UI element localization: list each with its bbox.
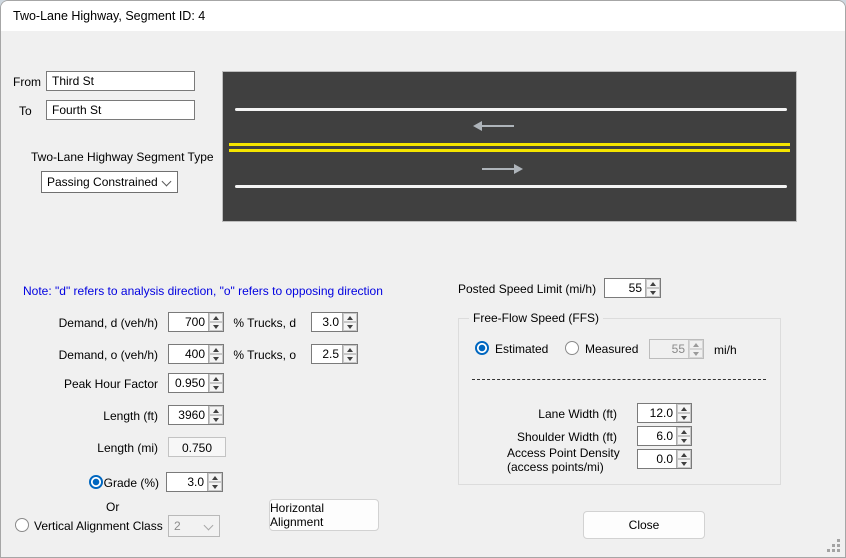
demand-d-label: Demand, d (veh/h): [58, 316, 158, 330]
to-input[interactable]: Fourth St: [46, 100, 195, 120]
spin-buttons-icon[interactable]: [342, 345, 357, 363]
spin-buttons-icon: [688, 340, 703, 358]
length-mi-label: Length (mi): [97, 441, 158, 455]
length-mi-readout: 0.750: [168, 437, 226, 457]
ffs-measured-label: Measured: [585, 342, 639, 356]
spin-buttons-icon[interactable]: [208, 406, 223, 424]
road-center-line-2: [229, 149, 790, 152]
spin-buttons-icon[interactable]: [645, 279, 660, 297]
access-density-spinner[interactable]: 0.0: [637, 449, 692, 469]
vertical-alignment-radio[interactable]: [15, 518, 29, 532]
demand-o-label: Demand, o (veh/h): [58, 348, 158, 362]
spin-buttons-icon[interactable]: [676, 450, 691, 468]
trucks-d-label: % Trucks, d: [233, 316, 296, 330]
resize-grip-icon[interactable]: [827, 539, 840, 552]
analysis-direction-arrow-icon: [482, 164, 523, 174]
access-density-label-line2: (access points/mi): [507, 460, 604, 474]
length-ft-label: Length (ft): [103, 409, 158, 423]
ffs-unit-label: mi/h: [714, 343, 737, 357]
chevron-down-icon: [203, 520, 214, 531]
from-label: From: [13, 75, 41, 89]
road-edge-line-bottom: [235, 185, 787, 188]
trucks-o-label: % Trucks, o: [233, 348, 296, 362]
posted-speed-spinner[interactable]: 55: [604, 278, 661, 298]
lane-width-label: Lane Width (ft): [538, 407, 617, 421]
or-label: Or: [106, 500, 120, 514]
segment-type-dropdown[interactable]: Passing Constrained: [41, 171, 178, 193]
ffs-group-title: Free-Flow Speed (FFS): [469, 311, 604, 325]
road-edge-line-top: [235, 108, 787, 111]
road-center-line-1: [229, 143, 790, 146]
ffs-groupbox: Free-Flow Speed (FFS) Estimated Measured…: [458, 311, 781, 485]
spin-buttons-icon[interactable]: [676, 404, 691, 422]
peak-hour-factor-label: Peak Hour Factor: [63, 377, 158, 391]
spin-buttons-icon[interactable]: [208, 374, 223, 392]
segment-type-value: Passing Constrained: [47, 175, 158, 189]
direction-note: Note: "d" refers to analysis direction, …: [23, 284, 383, 298]
posted-speed-label: Posted Speed Limit (mi/h): [458, 282, 597, 296]
dialog-two-lane-highway: Two-Lane Highway, Segment ID: 4 From Thi…: [0, 0, 846, 558]
ffs-value-spinner: 55: [649, 339, 704, 359]
from-input[interactable]: Third St: [46, 71, 195, 91]
ffs-measured-radio[interactable]: [565, 341, 579, 355]
length-ft-spinner[interactable]: 3960: [168, 405, 224, 425]
segment-type-label: Two-Lane Highway Segment Type: [31, 150, 214, 164]
spin-buttons-icon[interactable]: [342, 313, 357, 331]
vertical-alignment-dropdown: 2: [168, 515, 220, 537]
spin-buttons-icon[interactable]: [207, 473, 222, 491]
ffs-estimated-radio[interactable]: [475, 341, 489, 355]
to-label: To: [19, 104, 32, 118]
road-illustration: [222, 71, 797, 222]
opposing-direction-arrow-icon: [473, 121, 514, 131]
grade-label: Grade (%): [103, 476, 159, 490]
grade-spinner[interactable]: 3.0: [166, 472, 223, 492]
vertical-alignment-value: 2: [174, 519, 181, 533]
window-title: Two-Lane Highway, Segment ID: 4: [13, 9, 206, 23]
trucks-o-spinner[interactable]: 2.5: [311, 344, 358, 364]
shoulder-width-spinner[interactable]: 6.0: [637, 426, 692, 446]
access-density-label-line1: Access Point Density: [507, 446, 620, 460]
ffs-estimated-label: Estimated: [495, 342, 549, 356]
shoulder-width-label: Shoulder Width (ft): [516, 430, 617, 444]
chevron-down-icon: [161, 176, 172, 187]
lane-width-spinner[interactable]: 12.0: [637, 403, 692, 423]
peak-hour-factor-spinner[interactable]: 0.950: [168, 373, 224, 393]
spin-buttons-icon[interactable]: [676, 427, 691, 445]
horizontal-alignment-button[interactable]: Horizontal Alignment: [269, 499, 379, 531]
trucks-d-spinner[interactable]: 3.0: [311, 312, 358, 332]
title-bar[interactable]: Two-Lane Highway, Segment ID: 4: [1, 1, 845, 31]
ffs-divider: [472, 379, 766, 380]
close-button[interactable]: Close: [583, 511, 705, 539]
vertical-alignment-label: Vertical Alignment Class: [34, 519, 163, 533]
